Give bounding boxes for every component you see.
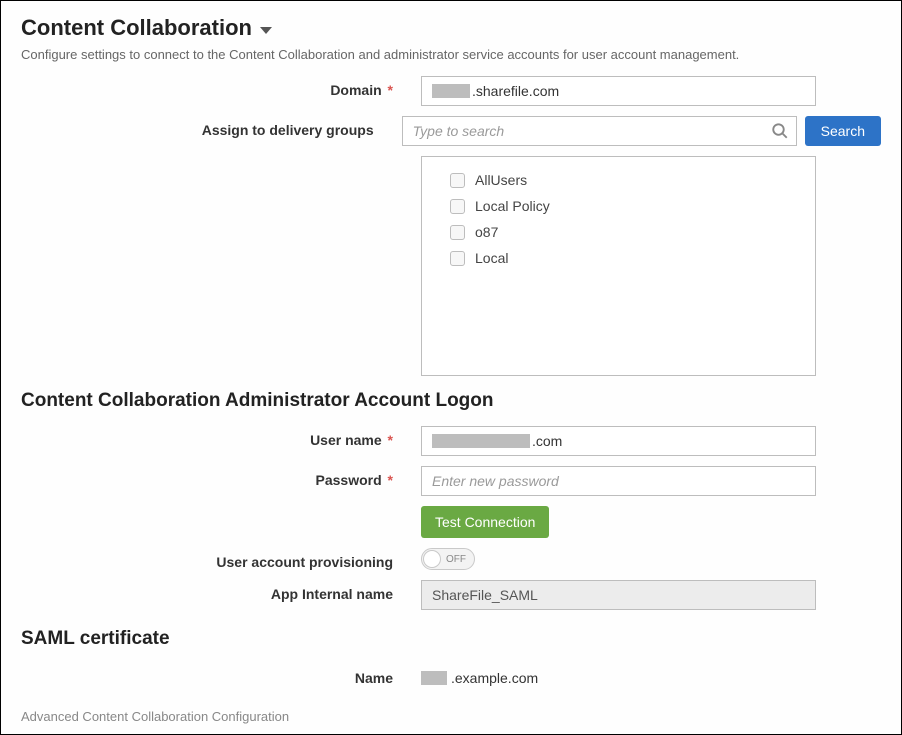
required-asterisk: * — [388, 82, 393, 98]
username-label: User name — [310, 432, 382, 448]
saml-name-label: Name — [21, 664, 421, 686]
delivery-groups-list[interactable]: AllUsers Local Policy o87 Local — [421, 156, 816, 376]
test-connection-button[interactable]: Test Connection — [421, 506, 549, 538]
chevron-down-icon — [260, 27, 272, 34]
password-label: Password — [316, 472, 382, 488]
checkbox[interactable] — [450, 225, 465, 240]
saml-section-heading: SAML certificate — [21, 628, 881, 650]
delivery-groups-label: Assign to delivery groups — [21, 116, 402, 138]
domain-input[interactable]: .sharefile.com — [421, 76, 816, 106]
app-internal-name-input — [421, 580, 816, 610]
delivery-groups-search-input[interactable] — [402, 116, 797, 146]
page-title-dropdown[interactable]: Content Collaboration — [21, 15, 881, 41]
delivery-group-item[interactable]: o87 — [450, 219, 787, 245]
delivery-group-label: Local Policy — [475, 198, 550, 214]
provisioning-toggle[interactable]: OFF — [421, 548, 475, 570]
domain-suffix: .sharefile.com — [472, 83, 559, 99]
app-internal-name-label: App Internal name — [21, 580, 421, 602]
advanced-config-link[interactable]: Advanced Content Collaboration Configura… — [21, 709, 289, 724]
toggle-knob — [423, 550, 441, 568]
page-description: Configure settings to connect to the Con… — [21, 47, 881, 62]
redacted-block — [432, 434, 530, 448]
delivery-group-item[interactable]: Local — [450, 245, 787, 271]
password-label-wrap: Password * — [21, 466, 421, 488]
search-button[interactable]: Search — [805, 116, 881, 146]
saml-name-suffix: .example.com — [451, 670, 538, 686]
search-icon — [771, 122, 789, 140]
required-asterisk: * — [388, 432, 393, 448]
page-title: Content Collaboration — [21, 15, 252, 41]
delivery-group-label: AllUsers — [475, 172, 527, 188]
username-label-wrap: User name * — [21, 426, 421, 448]
required-asterisk: * — [388, 472, 393, 488]
checkbox[interactable] — [450, 199, 465, 214]
username-suffix: .com — [532, 433, 562, 449]
username-input[interactable]: .com — [421, 426, 816, 456]
delivery-group-item[interactable]: AllUsers — [450, 167, 787, 193]
delivery-group-label: o87 — [475, 224, 498, 240]
domain-label-wrap: Domain * — [21, 76, 421, 98]
domain-label: Domain — [330, 82, 381, 98]
password-input[interactable] — [421, 466, 816, 496]
provisioning-label: User account provisioning — [21, 548, 421, 570]
delivery-group-label: Local — [475, 250, 508, 266]
checkbox[interactable] — [450, 251, 465, 266]
delivery-group-item[interactable]: Local Policy — [450, 193, 787, 219]
redacted-block — [421, 671, 447, 685]
admin-section-heading: Content Collaboration Administrator Acco… — [21, 390, 881, 412]
checkbox[interactable] — [450, 173, 465, 188]
toggle-state: OFF — [446, 554, 466, 565]
saml-name-value: .example.com — [421, 664, 538, 686]
redacted-block — [432, 84, 470, 98]
